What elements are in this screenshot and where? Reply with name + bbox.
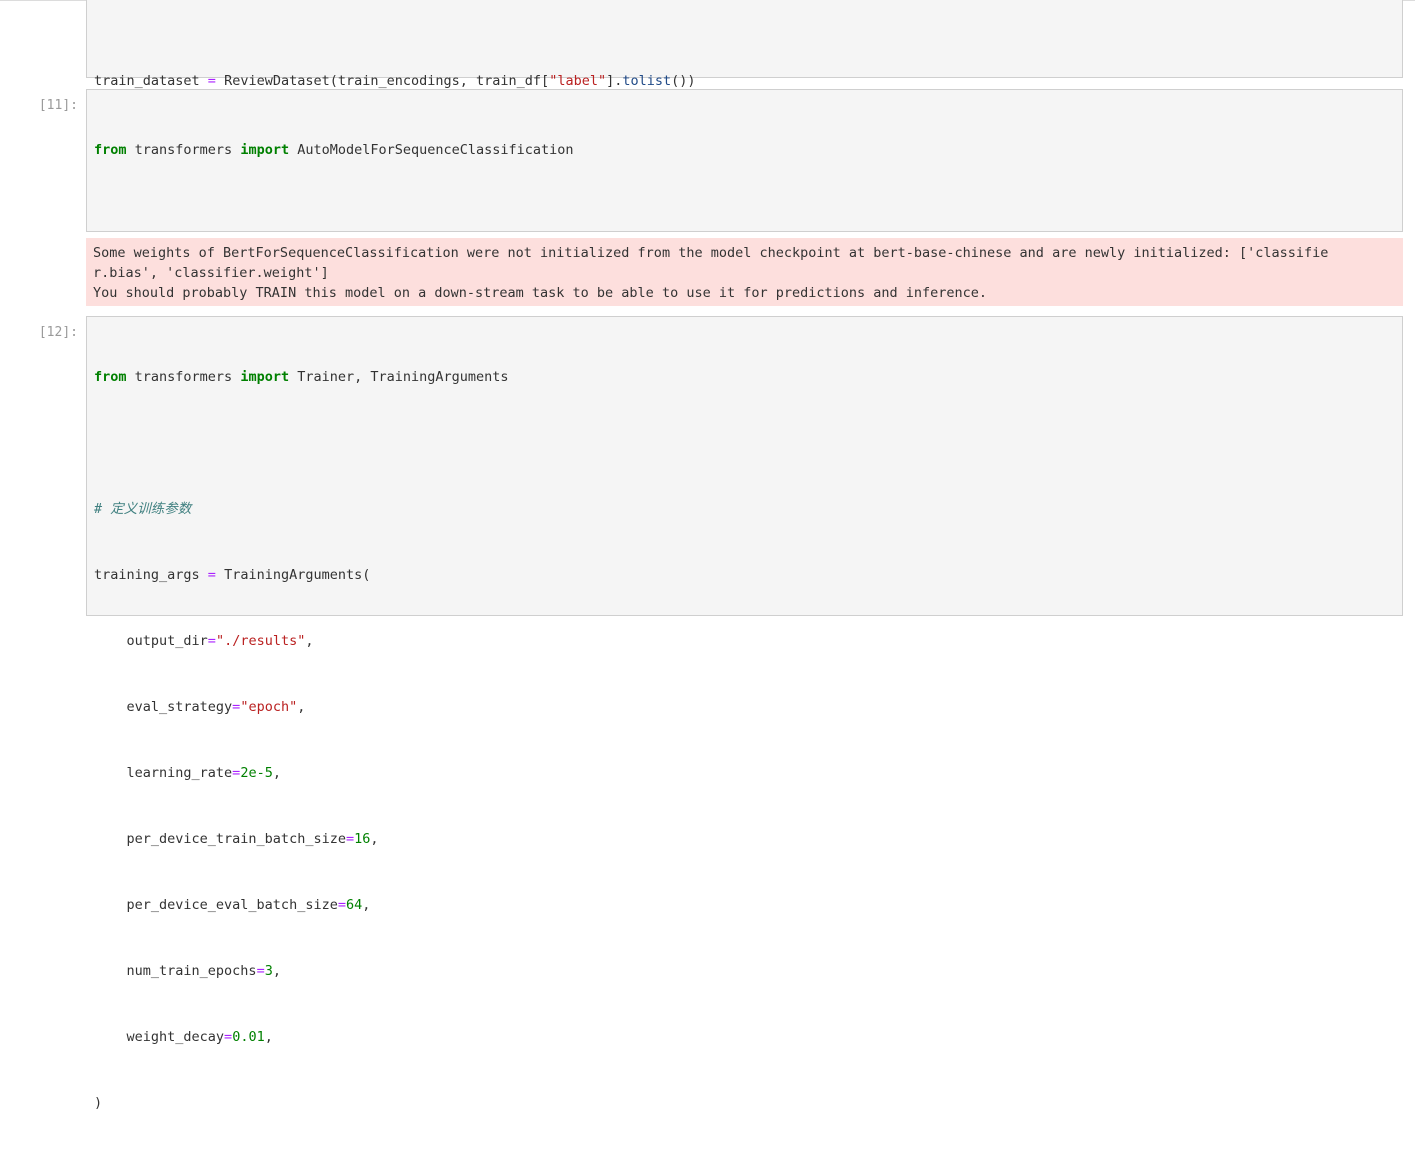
code-line: output_dir="./results",	[94, 633, 314, 649]
code-line: training_args = TrainingArguments(	[94, 567, 371, 583]
cell-prompt-12: [12]:	[38, 325, 78, 340]
stderr-line: You should probably TRAIN this model on …	[93, 285, 988, 301]
code-line: # 定义训练参数	[94, 501, 192, 517]
code-input-area[interactable]: from transformers import Trainer, Traini…	[86, 316, 1403, 1111]
code-line: num_train_epochs=3,	[94, 963, 281, 979]
code-line: eval_strategy="epoch",	[94, 699, 306, 715]
code-input-area[interactable]: from transformers import AutoModelForSeq…	[86, 89, 1403, 488]
stderr-line: r.bias', 'classifier.weight']	[93, 265, 329, 281]
code-line: )	[94, 1095, 103, 1111]
code-line: from transformers import Trainer, Traini…	[94, 369, 509, 385]
code-cell-12[interactable]: from transformers import Trainer, Traini…	[86, 316, 1403, 1111]
code-cell-11[interactable]: from transformers import AutoModelForSeq…	[86, 89, 1403, 488]
code-cell-previous[interactable]: train_dataset = ReviewDataset(train_enco…	[86, 0, 1403, 155]
code-line: per_device_train_batch_size=16,	[94, 831, 379, 847]
stderr-output: Some weights of BertForSequenceClassific…	[86, 238, 1403, 306]
code-editor[interactable]: from transformers import Trainer, Traini…	[94, 322, 1396, 1158]
cell-prompt-11: [11]:	[38, 98, 78, 113]
code-line: learning_rate=2e-5,	[94, 765, 281, 781]
code-input-area[interactable]: train_dataset = ReviewDataset(train_enco…	[86, 0, 1403, 155]
code-line: per_device_eval_batch_size=64,	[94, 897, 371, 913]
output-area-11: Some weights of BertForSequenceClassific…	[86, 238, 1403, 306]
code-line: from transformers import AutoModelForSeq…	[94, 142, 574, 158]
stderr-line: Some weights of BertForSequenceClassific…	[93, 245, 1329, 261]
code-line: weight_decay=0.01,	[94, 1029, 273, 1045]
